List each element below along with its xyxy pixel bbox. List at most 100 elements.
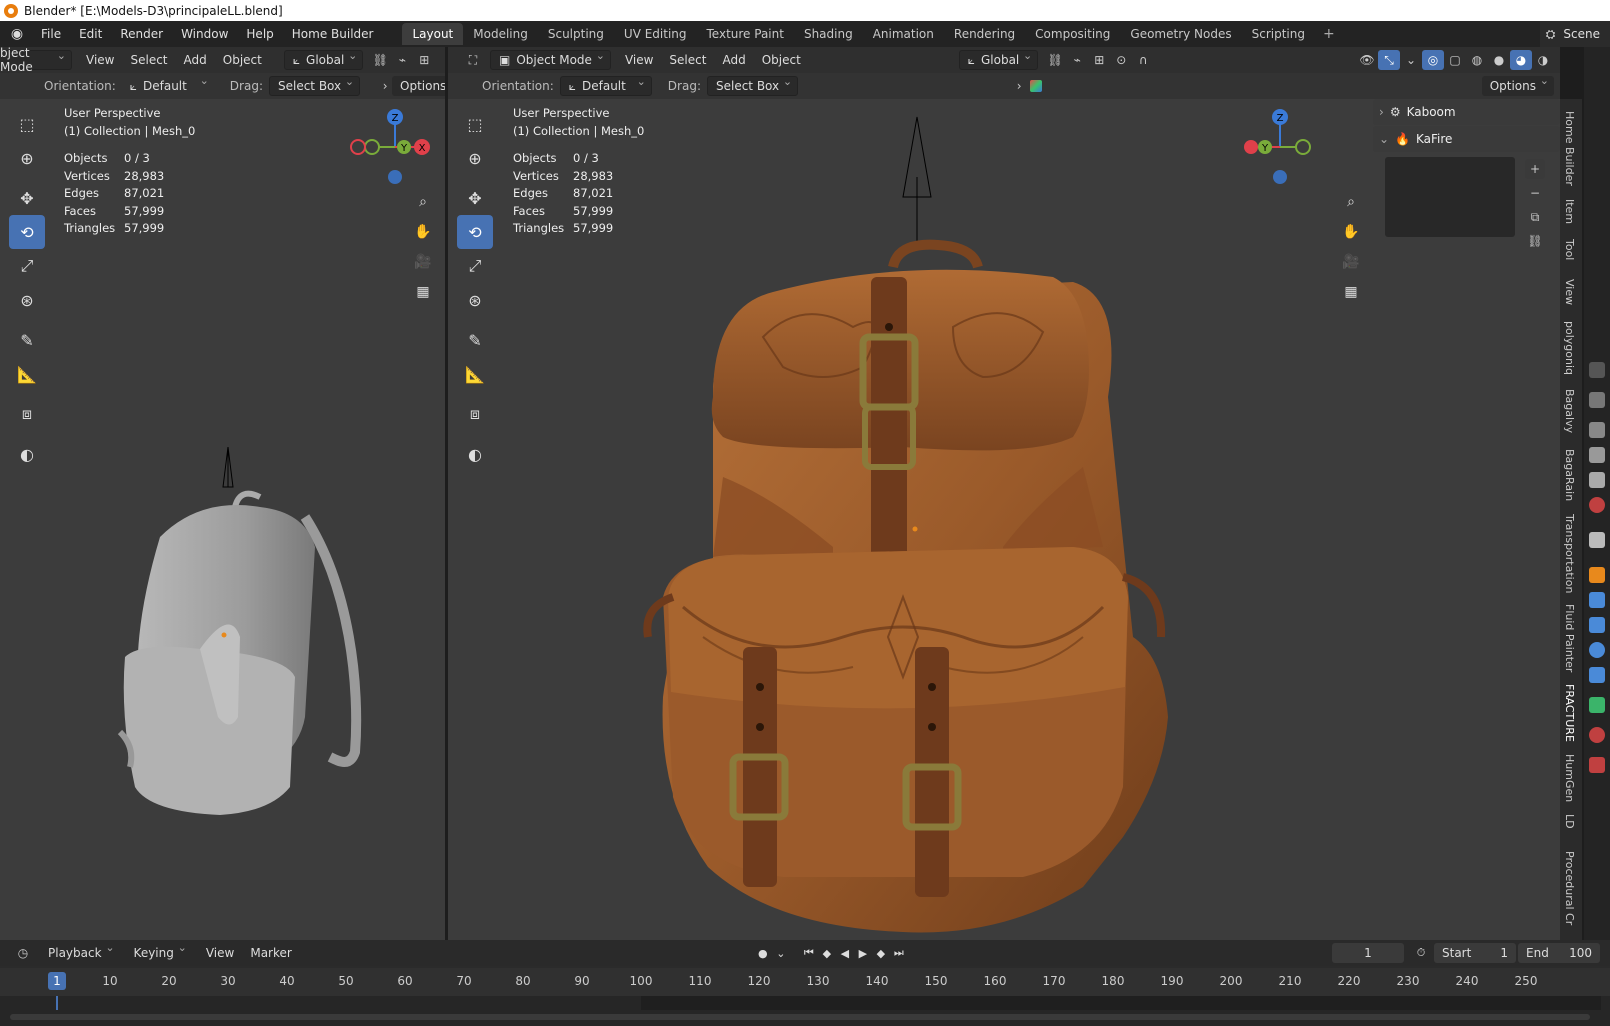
menu-home-builder[interactable]: Home Builder (283, 21, 383, 47)
menu-render[interactable]: Render (111, 21, 172, 47)
scene-selector[interactable]: ⛭ Scene (1539, 21, 1610, 47)
pan-hand-icon[interactable]: ✋ (410, 219, 436, 245)
falloff-icon[interactable]: ∩ (1132, 50, 1154, 70)
solid-shading-icon[interactable]: ● (1488, 50, 1510, 70)
snap-icon[interactable]: ⌁ (391, 50, 413, 70)
tab-procedural[interactable]: Procedural Cr (1563, 851, 1576, 925)
tab-polygoniq[interactable]: polygoniq (1563, 321, 1576, 375)
rotate-tool-icon[interactable]: ⟲ (9, 215, 45, 249)
move-tool-icon[interactable]: ✥ (9, 181, 45, 215)
menu-object-right[interactable]: Object (754, 53, 809, 67)
snap-icon[interactable]: ⌁ (1066, 50, 1088, 70)
snap-target-icon[interactable]: ⊞ (1088, 50, 1110, 70)
play-reverse-icon[interactable]: ◀ (836, 944, 854, 962)
constraints-props-icon[interactable] (1589, 667, 1605, 683)
editor-type-clock-icon[interactable]: ◷ (6, 943, 40, 963)
tab-compositing[interactable]: Compositing (1025, 23, 1120, 45)
pivot-icon[interactable]: ⛓ (369, 50, 391, 70)
cursor-tool-icon[interactable]: ⊕ (457, 141, 493, 175)
playback-menu[interactable]: Playback (40, 941, 120, 963)
duplicate-icon[interactable]: ⧉ (1525, 207, 1545, 227)
timeline-scrollbar[interactable] (10, 1014, 1590, 1020)
scene-props-icon[interactable] (1589, 472, 1605, 488)
timeline-view-menu[interactable]: View (198, 946, 242, 960)
tab-bagalvy[interactable]: Bagalvy (1563, 389, 1576, 433)
annotate-tool-icon[interactable]: ✎ (457, 323, 493, 357)
tab-item[interactable]: Item (1563, 199, 1576, 224)
drag-dropdown[interactable]: Select Box (268, 75, 361, 96)
particles-props-icon[interactable] (1589, 617, 1605, 633)
editor-type-icon[interactable]: ⛶ (456, 50, 490, 70)
tab-uv-editing[interactable]: UV Editing (614, 23, 697, 45)
tab-shading[interactable]: Shading (794, 23, 863, 45)
xray-icon[interactable]: ▢ (1444, 50, 1466, 70)
options-dropdown[interactable]: Options (392, 76, 445, 96)
tab-rendering[interactable]: Rendering (944, 23, 1025, 45)
tab-transportation[interactable]: Transportation (1563, 514, 1576, 593)
preview-range-icon[interactable]: ⏱ (1412, 944, 1430, 962)
current-frame-field[interactable]: 1 (1332, 943, 1404, 963)
backpack-clay-model[interactable] (90, 387, 380, 847)
menu-select-right[interactable]: Select (661, 53, 714, 67)
rotate-tool-icon[interactable]: ⟲ (457, 215, 493, 249)
tab-home-builder[interactable]: Home Builder (1563, 111, 1576, 186)
menu-edit[interactable]: Edit (70, 21, 111, 47)
transform-orientation-dropdown[interactable]: ⟀ Global (283, 49, 364, 70)
start-frame-field[interactable]: Start 1 (1434, 943, 1516, 963)
blender-menu-icon[interactable]: ◉ (8, 25, 26, 43)
transform-tool-icon[interactable]: ⊛ (9, 283, 45, 317)
modifier-props-icon[interactable] (1589, 592, 1605, 608)
menu-file[interactable]: File (32, 21, 70, 47)
tab-bagarain[interactable]: BagaRain (1563, 449, 1576, 501)
navigation-gizmo-right[interactable]: Z Y (1243, 105, 1323, 185)
gizmo-toggle-icon[interactable]: ⤡ (1378, 50, 1400, 70)
select-box-tool-icon[interactable]: ⬚ (457, 107, 493, 141)
camera-icon[interactable]: 🎥 (1338, 249, 1364, 275)
cursor-tool-icon[interactable]: ⊕ (9, 141, 45, 175)
add-item-icon[interactable]: + (1525, 159, 1545, 179)
material-props-icon[interactable] (1589, 727, 1605, 743)
timeline-track-area[interactable] (0, 996, 1610, 1026)
overlay-dropdown-icon[interactable]: ⌄ (1400, 50, 1422, 70)
collection-props-icon[interactable] (1589, 532, 1605, 548)
record-dropdown-icon[interactable]: ⌄ (772, 944, 790, 962)
measure-tool-icon[interactable]: 📐 (9, 357, 45, 391)
prev-keyframe-icon[interactable]: ◆ (818, 944, 836, 962)
timeline-marker-menu[interactable]: Marker (242, 946, 299, 960)
play-icon[interactable]: ▶ (854, 944, 872, 962)
material-shading-icon[interactable]: ◕ (1510, 50, 1532, 70)
transform-orientation-dropdown-right[interactable]: ⟀ Global (958, 49, 1039, 70)
pan-hand-icon[interactable]: ✋ (1338, 219, 1364, 245)
add-cube-tool-icon[interactable]: ⧈ (9, 397, 45, 431)
tool-props-icon[interactable] (1589, 362, 1605, 378)
tab-scripting[interactable]: Scripting (1242, 23, 1315, 45)
tab-fracture[interactable]: FRACTURE (1563, 684, 1576, 742)
orientation-default-dropdown[interactable]: ⟀ Default (122, 74, 214, 96)
shading-ball-tool-icon[interactable]: ◐ (457, 437, 493, 471)
jump-start-icon[interactable]: ⏮ (800, 944, 818, 962)
kafire-list[interactable] (1385, 157, 1515, 237)
tab-texture-paint[interactable]: Texture Paint (697, 23, 794, 45)
menu-window[interactable]: Window (172, 21, 237, 47)
remove-item-icon[interactable]: − (1525, 183, 1545, 203)
current-frame-marker[interactable]: 1 (48, 972, 66, 990)
visibility-icon[interactable]: 👁 (1356, 50, 1378, 70)
annotate-tool-icon[interactable]: ✎ (9, 323, 45, 357)
tab-tool[interactable]: Tool (1563, 239, 1576, 260)
menu-add-right[interactable]: Add (714, 53, 753, 67)
scale-tool-icon[interactable]: ⤢ (9, 249, 45, 283)
tab-view[interactable]: View (1563, 279, 1576, 305)
menu-add[interactable]: Add (176, 53, 215, 67)
menu-select[interactable]: Select (122, 53, 175, 67)
tab-geometry-nodes[interactable]: Geometry Nodes (1120, 23, 1241, 45)
rendered-shading-icon[interactable]: ◑ (1532, 50, 1554, 70)
tab-layout[interactable]: Layout (402, 23, 464, 45)
select-box-tool-icon[interactable]: ⬚ (9, 107, 45, 141)
camera-icon[interactable]: 🎥 (410, 249, 436, 275)
output-props-icon[interactable] (1589, 422, 1605, 438)
world-props-icon[interactable] (1589, 497, 1605, 513)
snap-target-icon[interactable]: ⊞ (413, 50, 435, 70)
texture-props-icon[interactable] (1589, 757, 1605, 773)
tab-sculpting[interactable]: Sculpting (538, 23, 614, 45)
add-workspace-icon[interactable]: + (1315, 26, 1343, 42)
